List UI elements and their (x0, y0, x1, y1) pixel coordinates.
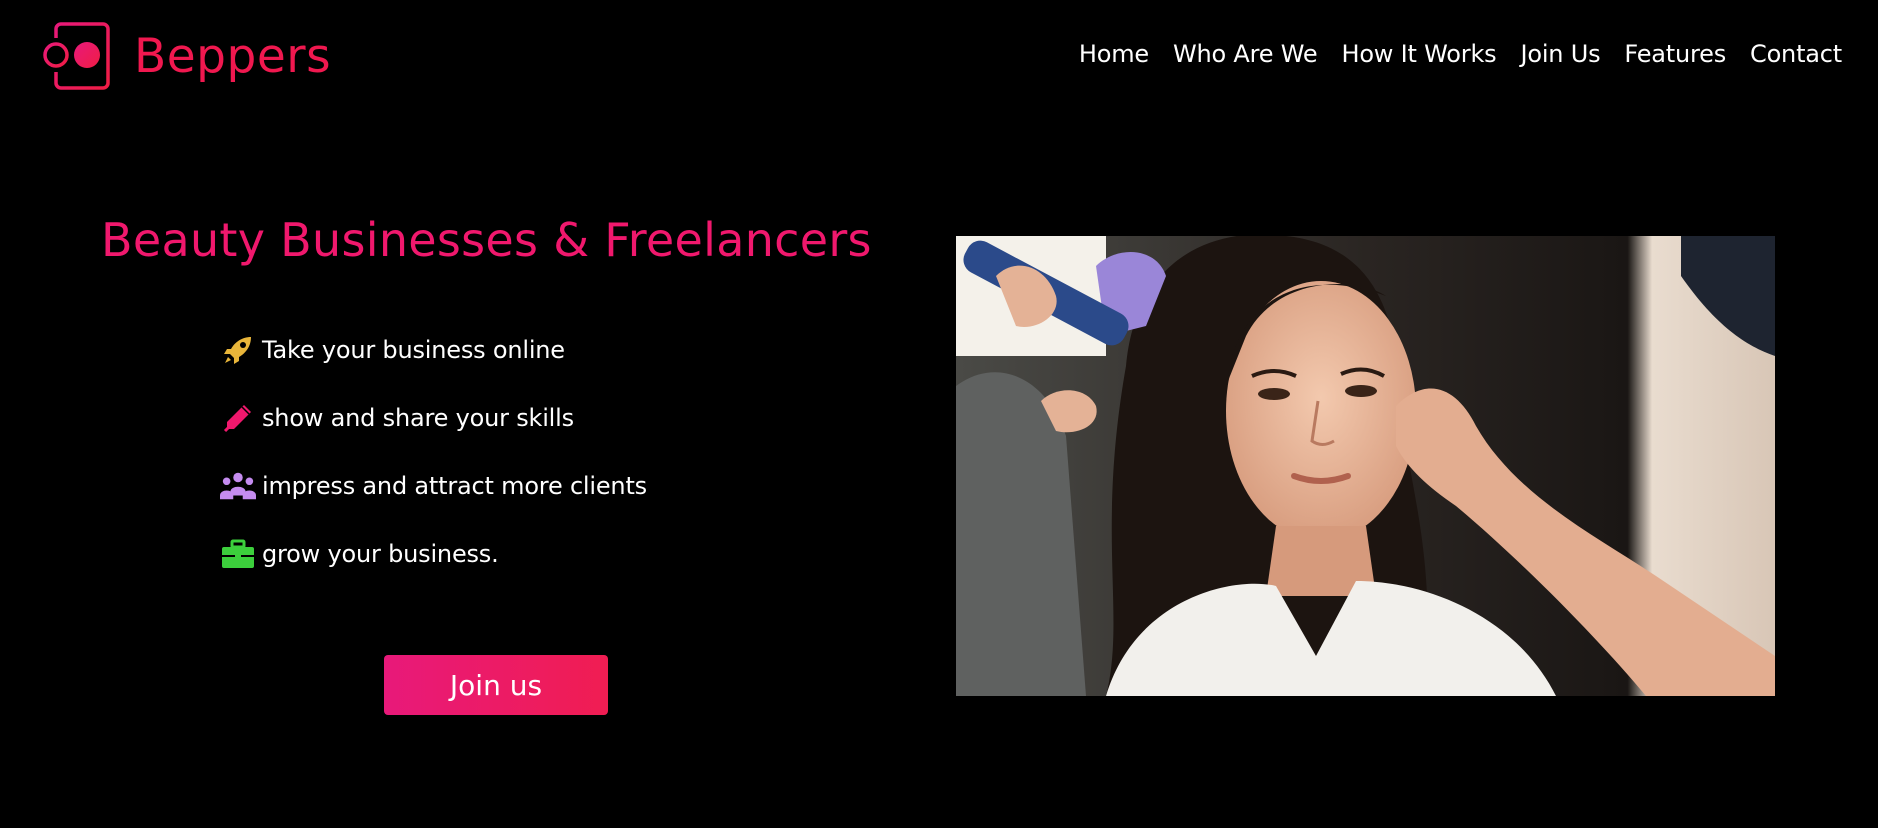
feature-text: Take your business online (262, 336, 565, 364)
briefcase-icon (220, 536, 256, 572)
brand-name: Beppers (134, 28, 332, 84)
beppers-logo-icon (42, 22, 110, 90)
join-us-button[interactable]: Join us (384, 655, 608, 715)
brand-logo[interactable]: Beppers (42, 22, 331, 90)
nav-contact[interactable]: Contact (1750, 40, 1842, 68)
hero-title: Beauty Businesses & Freelancers (101, 213, 872, 267)
feature-text: show and share your skills (262, 404, 574, 432)
users-icon (220, 468, 256, 504)
feature-item: impress and attract more clients (220, 466, 647, 506)
main-nav: Home Who Are We How It Works Join Us Fea… (1079, 40, 1842, 68)
nav-features[interactable]: Features (1624, 40, 1726, 68)
nav-who-are-we[interactable]: Who Are We (1173, 40, 1318, 68)
nav-how-it-works[interactable]: How It Works (1341, 40, 1496, 68)
feature-text: grow your business. (262, 540, 499, 568)
nav-home[interactable]: Home (1079, 40, 1149, 68)
nav-join-us[interactable]: Join Us (1520, 40, 1600, 68)
pen-icon (220, 400, 256, 436)
feature-item: grow your business. (220, 534, 647, 574)
feature-list: Take your business online show and share… (220, 330, 647, 602)
hairstylist-photo (956, 236, 1775, 696)
feature-item: Take your business online (220, 330, 647, 370)
rocket-icon (220, 332, 256, 368)
feature-item: show and share your skills (220, 398, 647, 438)
feature-text: impress and attract more clients (262, 472, 647, 500)
